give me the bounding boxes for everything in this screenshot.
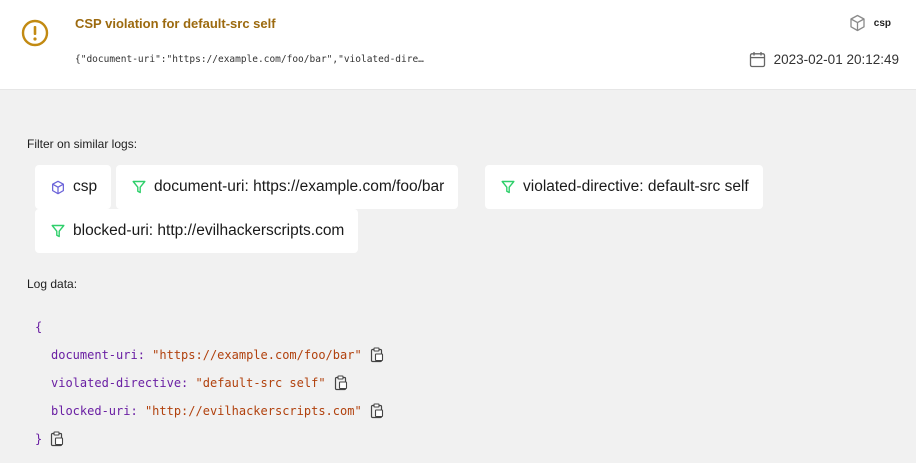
timestamp-text: 2023-02-01 20:12:49 (773, 52, 899, 67)
code-line-open: { (35, 317, 42, 337)
copy-icon[interactable] (50, 431, 64, 447)
log-key: blocked-uri: (51, 404, 138, 418)
filter-chip-violated-directive[interactable]: violated-directive: default-src self (485, 165, 763, 209)
calendar-icon (749, 52, 765, 68)
log-key: document-uri: (51, 348, 145, 362)
warning-circle-icon (21, 19, 49, 47)
log-value: "default-src self" (195, 376, 326, 390)
filter-chip-label: blocked-uri: http://evilhackerscripts.co… (73, 222, 345, 239)
filter-chip-source[interactable]: csp (35, 165, 112, 209)
cube-icon (52, 180, 64, 194)
filter-chip-blocked-uri[interactable]: blocked-uri: http://evilhackerscripts.co… (35, 209, 359, 253)
filter-heading: Filter on similar logs: (27, 137, 138, 151)
source-label: csp (873, 17, 891, 29)
log-preview: {"document-uri":"https://example.com/foo… (75, 54, 424, 65)
log-source: csp (849, 14, 891, 32)
code-line-violated-directive: violated-directive: "default-src self" (51, 373, 348, 393)
filter-chip-label: violated-directive: default-src self (523, 178, 749, 195)
open-brace: { (35, 320, 43, 334)
log-value: "https://example.com/foo/bar" (152, 348, 362, 362)
copy-icon[interactable] (370, 347, 384, 363)
code-line-close: } (35, 429, 64, 449)
copy-icon[interactable] (334, 375, 348, 391)
log-data-heading: Log data: (27, 277, 78, 291)
filter-icon (51, 224, 65, 238)
filter-icon (501, 180, 515, 194)
copy-icon[interactable] (370, 403, 384, 419)
code-line-document-uri: document-uri: "https://example.com/foo/b… (51, 345, 384, 365)
cube-icon (850, 14, 865, 32)
filter-icon (132, 180, 146, 194)
filter-chip-label: document-uri: https://example.com/foo/ba… (154, 178, 445, 195)
log-key: violated-directive: (51, 376, 189, 390)
log-timestamp: 2023-02-01 20:12:49 (749, 51, 899, 68)
log-title: CSP violation for default-src self (75, 16, 276, 31)
close-brace: } (35, 432, 43, 446)
code-line-blocked-uri: blocked-uri: "http://evilhackerscripts.c… (51, 401, 384, 421)
log-value: "http://evilhackerscripts.com" (144, 404, 362, 418)
filter-chip-label: csp (73, 178, 98, 195)
filter-chip-document-uri[interactable]: document-uri: https://example.com/foo/ba… (116, 165, 459, 209)
log-header: CSP violation for default-src self {"doc… (0, 0, 916, 90)
